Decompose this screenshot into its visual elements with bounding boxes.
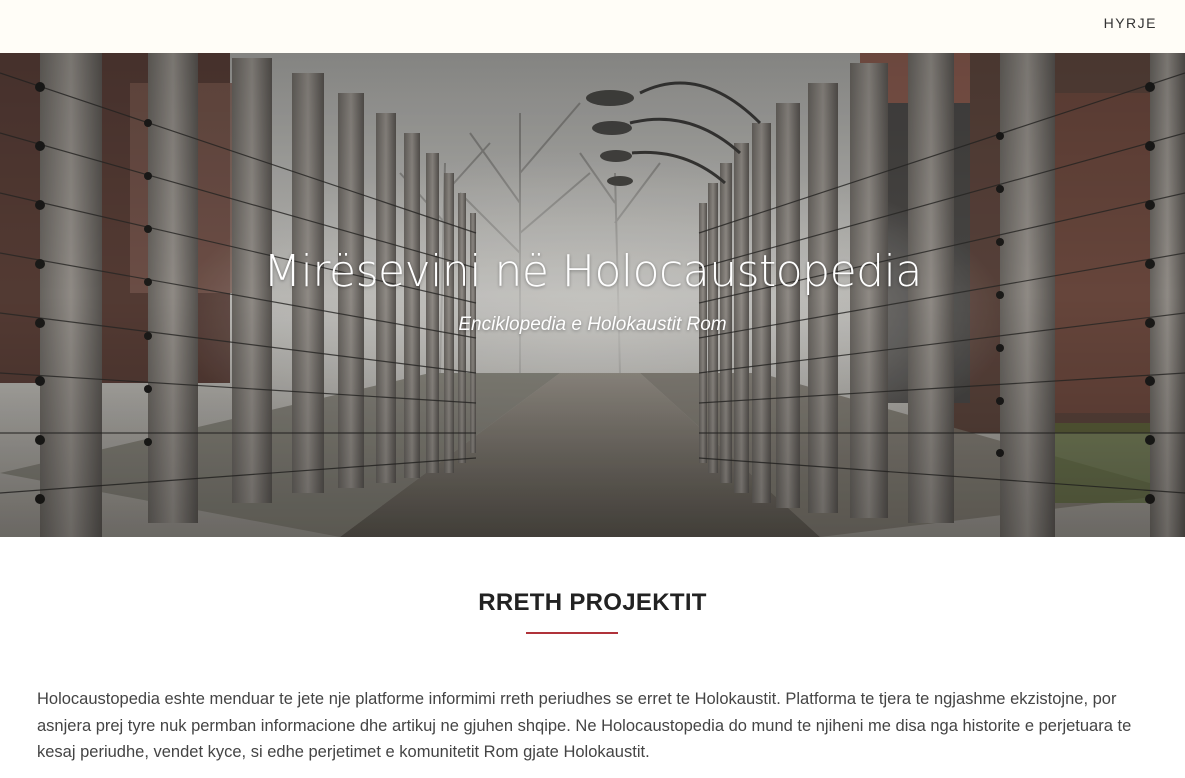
section-heading: RRETH PROJEKTIT [478,589,707,616]
heading-divider [526,632,618,634]
hero-title: Mirësevini në Holocaustopedia [263,246,922,297]
top-navigation-bar: HYRJE [0,0,1185,53]
nav-link-hyrje[interactable]: HYRJE [1104,15,1157,31]
about-paragraph: Holocaustopedia eshte menduar te jete nj… [37,690,1132,761]
hero-banner: Mirësevini në Holocaustopedia Encikloped… [0,53,1185,537]
about-section: RRETH PROJEKTIT Holocaustopedia eshte me… [0,537,1185,778]
hero-subtitle: Enciklopedia e Holokaustit Rom [458,314,727,335]
